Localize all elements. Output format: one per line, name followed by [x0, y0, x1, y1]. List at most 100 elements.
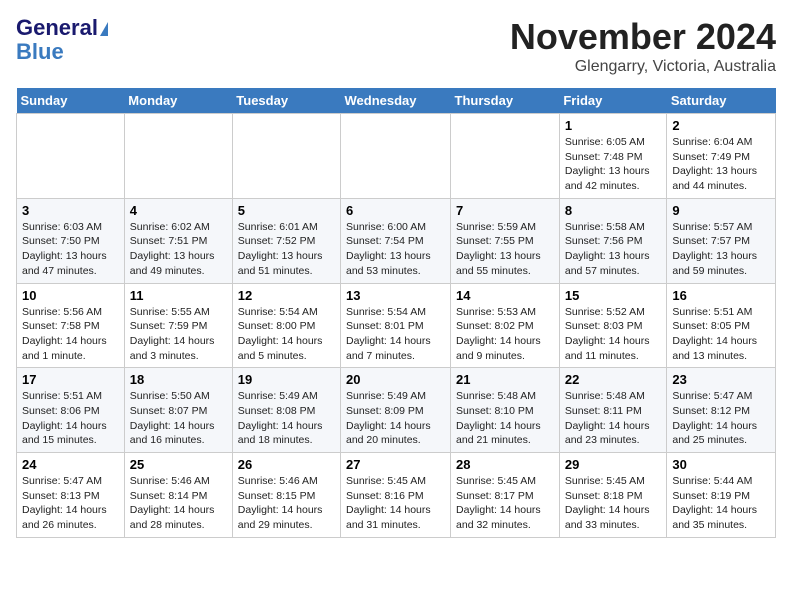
day-info: Sunrise: 5:50 AM Sunset: 8:07 PM Dayligh…	[130, 389, 227, 448]
calendar-cell: 19 Sunrise: 5:49 AM Sunset: 8:08 PM Dayli…	[232, 368, 340, 453]
weekday-header-saturday: Saturday	[667, 88, 776, 114]
title-area: November 2024 Glengarry, Victoria, Austr…	[510, 16, 776, 76]
calendar-cell: 27 Sunrise: 5:45 AM Sunset: 8:16 PM Dayli…	[341, 453, 451, 538]
calendar-cell: 16 Sunrise: 5:51 AM Sunset: 8:05 PM Dayli…	[667, 283, 776, 368]
calendar-cell	[341, 114, 451, 199]
calendar-cell: 13 Sunrise: 5:54 AM Sunset: 8:01 PM Dayli…	[341, 283, 451, 368]
calendar-cell: 17 Sunrise: 5:51 AM Sunset: 8:06 PM Dayli…	[17, 368, 125, 453]
day-info: Sunrise: 5:59 AM Sunset: 7:55 PM Dayligh…	[456, 220, 554, 279]
day-info: Sunrise: 6:01 AM Sunset: 7:52 PM Dayligh…	[238, 220, 335, 279]
header: General Blue November 2024 Glengarry, Vi…	[16, 16, 776, 76]
day-number: 9	[672, 203, 770, 218]
calendar-cell	[124, 114, 232, 199]
calendar-week-1: 1Sunrise: 6:05 AM Sunset: 7:48 PM Daylig…	[17, 114, 776, 199]
calendar-cell: 30 Sunrise: 5:44 AM Sunset: 8:19 PM Dayli…	[667, 453, 776, 538]
calendar-cell: 4 Sunrise: 6:02 AM Sunset: 7:51 PM Daylig…	[124, 198, 232, 283]
day-info: Sunrise: 5:54 AM Sunset: 8:00 PM Dayligh…	[238, 305, 335, 364]
calendar-cell: 29 Sunrise: 5:45 AM Sunset: 8:18 PM Dayli…	[559, 453, 667, 538]
day-info: Sunrise: 5:51 AM Sunset: 8:06 PM Dayligh…	[22, 389, 119, 448]
calendar-cell: 20 Sunrise: 5:49 AM Sunset: 8:09 PM Dayli…	[341, 368, 451, 453]
day-info: Sunrise: 5:47 AM Sunset: 8:13 PM Dayligh…	[22, 474, 119, 533]
day-info: Sunrise: 5:58 AM Sunset: 7:56 PM Dayligh…	[565, 220, 662, 279]
day-info: Sunrise: 5:44 AM Sunset: 8:19 PM Dayligh…	[672, 474, 770, 533]
day-number: 13	[346, 288, 445, 303]
day-number: 29	[565, 457, 662, 472]
calendar-cell: 26Sunrise: 5:46 AM Sunset: 8:15 PM Dayli…	[232, 453, 340, 538]
day-number: 14	[456, 288, 554, 303]
calendar-cell: 5 Sunrise: 6:01 AM Sunset: 7:52 PM Daylig…	[232, 198, 340, 283]
day-info: Sunrise: 5:56 AM Sunset: 7:58 PM Dayligh…	[22, 305, 119, 364]
day-info: Sunrise: 5:49 AM Sunset: 8:09 PM Dayligh…	[346, 389, 445, 448]
day-info: Sunrise: 5:47 AM Sunset: 8:12 PM Dayligh…	[672, 389, 770, 448]
weekday-header-row: SundayMondayTuesdayWednesdayThursdayFrid…	[17, 88, 776, 114]
day-info: Sunrise: 5:45 AM Sunset: 8:16 PM Dayligh…	[346, 474, 445, 533]
calendar-cell: 23 Sunrise: 5:47 AM Sunset: 8:12 PM Dayli…	[667, 368, 776, 453]
day-number: 19	[238, 372, 335, 387]
day-number: 28	[456, 457, 554, 472]
weekday-header-friday: Friday	[559, 88, 667, 114]
day-number: 5	[238, 203, 335, 218]
calendar-cell: 28 Sunrise: 5:45 AM Sunset: 8:17 PM Dayli…	[451, 453, 560, 538]
day-info: Sunrise: 5:49 AM Sunset: 8:08 PM Dayligh…	[238, 389, 335, 448]
day-number: 4	[130, 203, 227, 218]
day-number: 8	[565, 203, 662, 218]
day-info: Sunrise: 5:46 AM Sunset: 8:14 PM Dayligh…	[130, 474, 227, 533]
location-title: Glengarry, Victoria, Australia	[510, 58, 776, 76]
day-number: 3	[22, 203, 119, 218]
day-number: 22	[565, 372, 662, 387]
calendar-cell: 2 Sunrise: 6:04 AM Sunset: 7:49 PM Daylig…	[667, 114, 776, 199]
day-number: 11	[130, 288, 227, 303]
calendar-cell: 6Sunrise: 6:00 AM Sunset: 7:54 PM Daylig…	[341, 198, 451, 283]
calendar-cell: 10Sunrise: 5:56 AM Sunset: 7:58 PM Dayli…	[17, 283, 125, 368]
day-info: Sunrise: 5:54 AM Sunset: 8:01 PM Dayligh…	[346, 305, 445, 364]
day-number: 21	[456, 372, 554, 387]
calendar-week-2: 3 Sunrise: 6:03 AM Sunset: 7:50 PM Daylig…	[17, 198, 776, 283]
logo-subtext: Blue	[16, 40, 64, 64]
day-info: Sunrise: 5:46 AM Sunset: 8:15 PM Dayligh…	[238, 474, 335, 533]
weekday-header-thursday: Thursday	[451, 88, 560, 114]
calendar-cell: 11 Sunrise: 5:55 AM Sunset: 7:59 PM Dayli…	[124, 283, 232, 368]
day-number: 25	[130, 457, 227, 472]
weekday-header-tuesday: Tuesday	[232, 88, 340, 114]
calendar-cell: 15 Sunrise: 5:52 AM Sunset: 8:03 PM Dayli…	[559, 283, 667, 368]
calendar-cell: 9Sunrise: 5:57 AM Sunset: 7:57 PM Daylig…	[667, 198, 776, 283]
day-number: 2	[672, 118, 770, 133]
calendar-cell: 7 Sunrise: 5:59 AM Sunset: 7:55 PM Daylig…	[451, 198, 560, 283]
calendar-cell: 1Sunrise: 6:05 AM Sunset: 7:48 PM Daylig…	[559, 114, 667, 199]
month-title: November 2024	[510, 16, 776, 58]
day-info: Sunrise: 5:53 AM Sunset: 8:02 PM Dayligh…	[456, 305, 554, 364]
day-info: Sunrise: 5:48 AM Sunset: 8:10 PM Dayligh…	[456, 389, 554, 448]
day-info: Sunrise: 6:05 AM Sunset: 7:48 PM Dayligh…	[565, 135, 662, 194]
day-number: 20	[346, 372, 445, 387]
day-number: 17	[22, 372, 119, 387]
calendar-week-5: 24Sunrise: 5:47 AM Sunset: 8:13 PM Dayli…	[17, 453, 776, 538]
calendar-cell: 8 Sunrise: 5:58 AM Sunset: 7:56 PM Daylig…	[559, 198, 667, 283]
day-info: Sunrise: 5:48 AM Sunset: 8:11 PM Dayligh…	[565, 389, 662, 448]
day-info: Sunrise: 5:45 AM Sunset: 8:18 PM Dayligh…	[565, 474, 662, 533]
day-number: 7	[456, 203, 554, 218]
day-number: 12	[238, 288, 335, 303]
calendar-cell: 18Sunrise: 5:50 AM Sunset: 8:07 PM Dayli…	[124, 368, 232, 453]
logo-text: General	[16, 16, 108, 40]
calendar-cell: 3 Sunrise: 6:03 AM Sunset: 7:50 PM Daylig…	[17, 198, 125, 283]
day-number: 27	[346, 457, 445, 472]
day-info: Sunrise: 6:03 AM Sunset: 7:50 PM Dayligh…	[22, 220, 119, 279]
day-number: 23	[672, 372, 770, 387]
day-number: 30	[672, 457, 770, 472]
day-info: Sunrise: 5:45 AM Sunset: 8:17 PM Dayligh…	[456, 474, 554, 533]
day-number: 15	[565, 288, 662, 303]
day-info: Sunrise: 6:02 AM Sunset: 7:51 PM Dayligh…	[130, 220, 227, 279]
weekday-header-wednesday: Wednesday	[341, 88, 451, 114]
calendar-cell	[451, 114, 560, 199]
calendar-cell: 25 Sunrise: 5:46 AM Sunset: 8:14 PM Dayli…	[124, 453, 232, 538]
calendar-cell	[232, 114, 340, 199]
calendar-week-4: 17 Sunrise: 5:51 AM Sunset: 8:06 PM Dayli…	[17, 368, 776, 453]
day-number: 16	[672, 288, 770, 303]
day-info: Sunrise: 5:51 AM Sunset: 8:05 PM Dayligh…	[672, 305, 770, 364]
day-info: Sunrise: 5:52 AM Sunset: 8:03 PM Dayligh…	[565, 305, 662, 364]
day-number: 6	[346, 203, 445, 218]
calendar-cell: 21 Sunrise: 5:48 AM Sunset: 8:10 PM Dayli…	[451, 368, 560, 453]
calendar-cell: 24Sunrise: 5:47 AM Sunset: 8:13 PM Dayli…	[17, 453, 125, 538]
day-info: Sunrise: 5:55 AM Sunset: 7:59 PM Dayligh…	[130, 305, 227, 364]
day-info: Sunrise: 6:04 AM Sunset: 7:49 PM Dayligh…	[672, 135, 770, 194]
